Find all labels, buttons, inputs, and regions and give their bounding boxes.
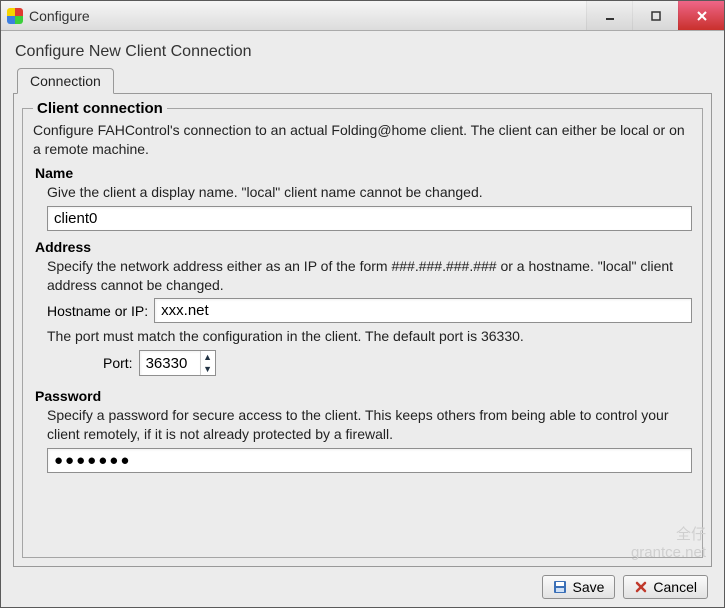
titlebar[interactable]: Configure — [1, 1, 724, 31]
port-label: Port: — [103, 355, 133, 371]
client-connection-group: Client connection Configure FAHControl's… — [22, 100, 703, 558]
password-input[interactable] — [47, 448, 692, 473]
maximize-icon — [650, 10, 662, 22]
window-body: Configure New Client Connection Connecti… — [1, 31, 724, 607]
tab-connection[interactable]: Connection — [17, 68, 114, 94]
address-section: Address Specify the network address eith… — [33, 239, 692, 381]
app-icon — [7, 8, 23, 24]
hostname-input[interactable] — [154, 298, 692, 323]
window-frame: Configure Configure New Client Connectio… — [0, 0, 725, 608]
port-step-down[interactable]: ▼ — [201, 363, 215, 375]
name-title: Name — [35, 165, 692, 181]
port-input[interactable] — [140, 351, 200, 375]
password-description: Specify a password for secure access to … — [47, 406, 692, 444]
group-description: Configure FAHControl's connection to an … — [33, 121, 692, 159]
hostname-label: Hostname or IP: — [47, 303, 148, 319]
save-icon — [553, 580, 567, 594]
name-section: Name Give the client a display name. "lo… — [33, 165, 692, 231]
name-description: Give the client a display name. "local" … — [47, 183, 692, 202]
password-section: Password Specify a password for secure a… — [33, 388, 692, 473]
dialog-buttons: Save Cancel — [13, 567, 712, 599]
maximize-button[interactable] — [632, 1, 678, 30]
minimize-icon — [604, 10, 616, 22]
port-description: The port must match the configuration in… — [47, 327, 692, 346]
cancel-button[interactable]: Cancel — [623, 575, 708, 599]
tab-row: Connection — [17, 67, 712, 93]
dialog-subtitle: Configure New Client Connection — [15, 43, 712, 61]
save-button[interactable]: Save — [542, 575, 615, 599]
cancel-icon — [634, 580, 648, 594]
tab-panel: Client connection Configure FAHControl's… — [13, 93, 712, 567]
close-icon — [696, 10, 708, 22]
window-controls — [586, 1, 724, 30]
save-label: Save — [572, 579, 604, 595]
address-title: Address — [35, 239, 692, 255]
minimize-button[interactable] — [586, 1, 632, 30]
group-legend: Client connection — [33, 100, 167, 117]
port-spinner[interactable]: ▲ ▼ — [139, 350, 216, 376]
address-description: Specify the network address either as an… — [47, 257, 692, 295]
password-title: Password — [35, 388, 692, 404]
window-title: Configure — [29, 8, 586, 24]
cancel-label: Cancel — [653, 579, 697, 595]
close-button[interactable] — [678, 1, 724, 30]
name-input[interactable] — [47, 206, 692, 231]
port-step-up[interactable]: ▲ — [201, 351, 215, 363]
